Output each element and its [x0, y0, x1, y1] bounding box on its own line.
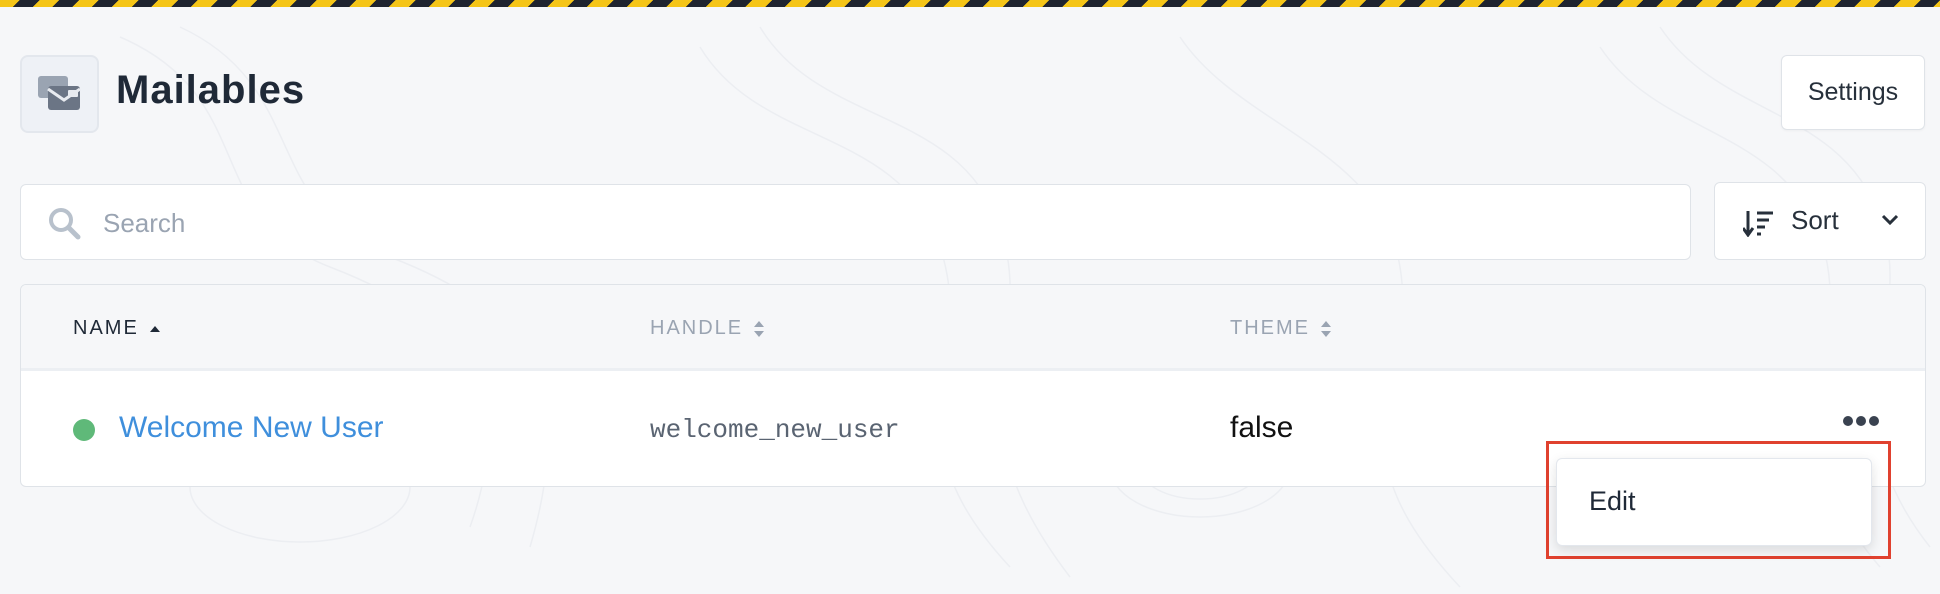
sort-ascending-icon: [149, 325, 160, 332]
chevron-down-icon: [1881, 214, 1899, 226]
more-options-icon[interactable]: [1841, 407, 1881, 435]
column-header-label: THEME: [1230, 317, 1310, 339]
row-actions-menu: Edit: [1556, 458, 1872, 546]
column-header-label: NAME: [73, 317, 139, 339]
column-header-name[interactable]: NAME: [73, 317, 161, 340]
menu-item-edit[interactable]: Edit: [1589, 486, 1636, 517]
sort-both-icon: [1321, 320, 1331, 337]
search-icon: [49, 208, 81, 240]
mailable-handle: welcome_new_user: [650, 415, 900, 445]
search-input[interactable]: [101, 185, 1665, 261]
sort-button[interactable]: Sort: [1714, 182, 1926, 260]
column-header-handle[interactable]: HANDLE: [650, 317, 765, 340]
sort-both-icon: [754, 320, 765, 337]
sort-label: Sort: [1791, 205, 1839, 235]
table-header: NAME HANDLE THEME: [21, 285, 1925, 371]
mailables-icon: [20, 55, 99, 133]
status-dot: [73, 419, 95, 441]
top-warning-stripe: [0, 0, 1940, 7]
search-field[interactable]: [20, 184, 1691, 261]
sort-lines-icon: [1743, 211, 1773, 237]
mailable-theme: false: [1230, 411, 1294, 444]
mailable-name-link[interactable]: Welcome New User: [119, 411, 384, 445]
column-header-label: HANDLE: [650, 317, 744, 339]
settings-button[interactable]: Settings: [1781, 55, 1925, 130]
page-title: Mailables: [116, 68, 306, 112]
column-header-theme[interactable]: THEME: [1230, 317, 1332, 340]
